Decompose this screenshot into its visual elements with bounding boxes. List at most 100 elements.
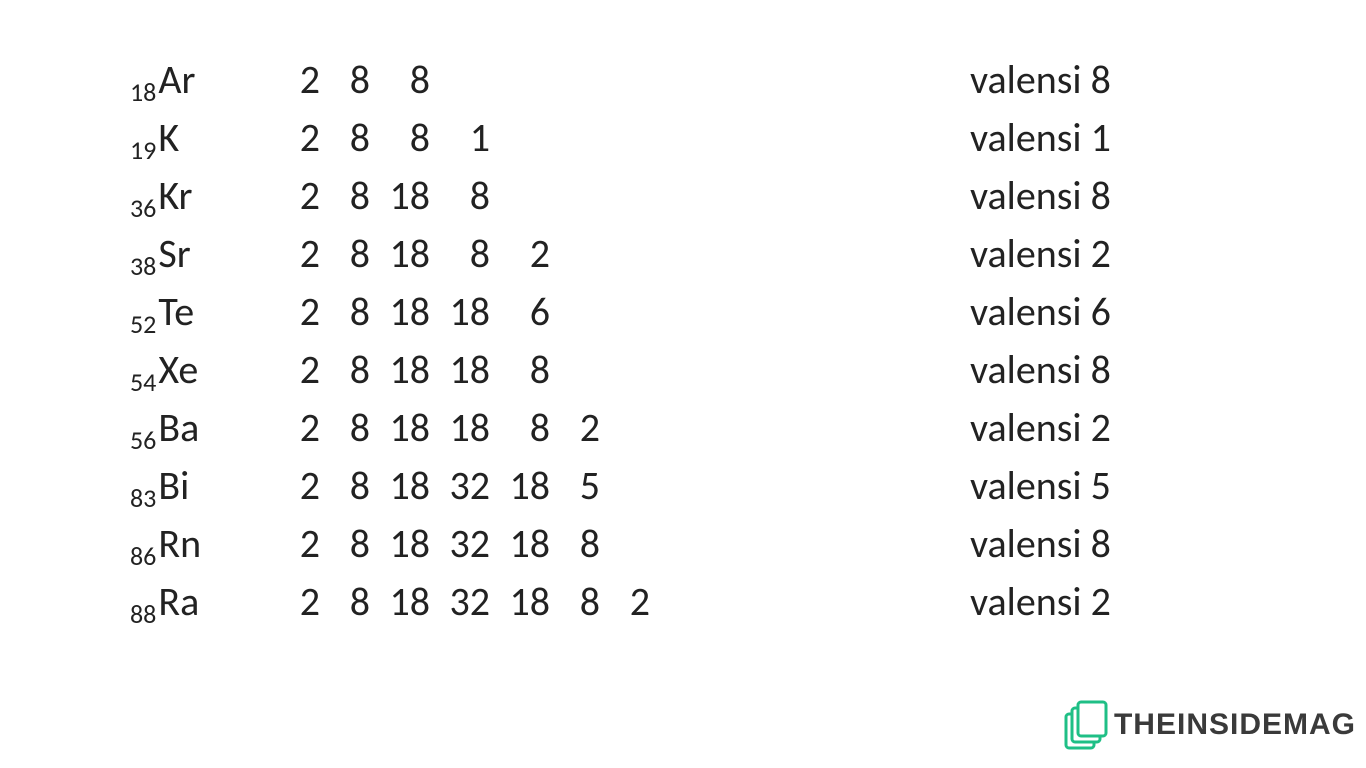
shell-config: 281832185: [280, 466, 840, 506]
shell-value: 8: [370, 118, 430, 158]
shell-value: 6: [490, 292, 550, 332]
shell-value: 2: [280, 176, 320, 216]
shell-config: 28181882: [280, 408, 840, 448]
shell-value: 8: [550, 524, 600, 564]
table-row: 52Te2818186valensi 6: [130, 292, 1276, 350]
shell-value: 2: [550, 408, 600, 448]
table-row: 54Xe2818188valensi 8: [130, 350, 1276, 408]
table-row: 83Bi281832185valensi 5: [130, 466, 1276, 524]
valence-label: valensi 6: [840, 292, 1276, 332]
valence-label: valensi 2: [840, 408, 1276, 448]
shell-value: 18: [430, 408, 490, 448]
element-cell: 38Sr: [130, 234, 280, 274]
element-symbol: Rn: [158, 524, 201, 564]
table-row: 86Rn281832188valensi 8: [130, 524, 1276, 582]
valence-label: valensi 1: [840, 118, 1276, 158]
shell-value: 18: [370, 408, 430, 448]
shell-value: 2: [280, 292, 320, 332]
page-canvas: 18Ar288valensi 819K2881valensi 136Kr2818…: [0, 0, 1366, 768]
shell-value: 8: [320, 176, 370, 216]
shell-value: 2: [280, 118, 320, 158]
atomic-number: 86: [130, 543, 156, 569]
shell-value: 18: [370, 176, 430, 216]
table-row: 56Ba28181882valensi 2: [130, 408, 1276, 466]
shell-value: 8: [320, 292, 370, 332]
atomic-number: 36: [130, 195, 156, 221]
atomic-number: 56: [130, 427, 156, 453]
shell-value: 5: [550, 466, 600, 506]
shell-config: 288: [280, 60, 840, 100]
element-cell: 83Bi: [130, 466, 280, 506]
shell-value: 2: [280, 408, 320, 448]
shell-value: 18: [370, 582, 430, 622]
atomic-number: 54: [130, 369, 156, 395]
element-symbol: Te: [158, 292, 194, 332]
shell-value: 18: [370, 350, 430, 390]
element-cell: 86Rn: [130, 524, 280, 564]
element-cell: 52Te: [130, 292, 280, 332]
element-cell: 18Ar: [130, 60, 280, 100]
shell-config: 2818188: [280, 350, 840, 390]
shell-value: 32: [430, 582, 490, 622]
shell-value: 8: [320, 60, 370, 100]
shell-config: 2881: [280, 118, 840, 158]
element-symbol: Ra: [158, 582, 199, 622]
shell-value: 18: [370, 234, 430, 274]
shell-value: 18: [370, 466, 430, 506]
shell-value: 18: [430, 350, 490, 390]
table-row: 18Ar288valensi 8: [130, 60, 1276, 118]
table-row: 38Sr281882valensi 2: [130, 234, 1276, 292]
shell-value: 18: [490, 466, 550, 506]
shell-value: 8: [370, 60, 430, 100]
shell-value: 8: [320, 582, 370, 622]
electron-config-table: 18Ar288valensi 819K2881valensi 136Kr2818…: [130, 60, 1276, 640]
valence-label: valensi 8: [840, 60, 1276, 100]
atomic-number: 18: [130, 79, 156, 105]
shell-value: 8: [320, 524, 370, 564]
shell-value: 2: [280, 60, 320, 100]
page-stack-icon: [1064, 700, 1108, 750]
shell-value: 8: [490, 408, 550, 448]
element-symbol: Ar: [158, 60, 195, 100]
atomic-number: 52: [130, 311, 156, 337]
shell-value: 1: [430, 118, 490, 158]
element-cell: 54Xe: [130, 350, 280, 390]
shell-value: 8: [430, 234, 490, 274]
shell-value: 8: [320, 118, 370, 158]
valence-label: valensi 8: [840, 176, 1276, 216]
valence-label: valensi 2: [840, 582, 1276, 622]
table-row: 36Kr28188valensi 8: [130, 176, 1276, 234]
watermark-text: THEINSIDEMAG: [1114, 708, 1356, 742]
shell-config: 28188: [280, 176, 840, 216]
element-cell: 56Ba: [130, 408, 280, 448]
element-symbol: Xe: [158, 350, 198, 390]
valence-label: valensi 8: [840, 350, 1276, 390]
element-cell: 36Kr: [130, 176, 280, 216]
shell-config: 281832188: [280, 524, 840, 564]
table-row: 88Ra2818321882valensi 2: [130, 582, 1276, 640]
atomic-number: 88: [130, 601, 156, 627]
atomic-number: 83: [130, 485, 156, 511]
shell-value: 2: [280, 524, 320, 564]
shell-value: 8: [320, 466, 370, 506]
shell-value: 2: [280, 582, 320, 622]
shell-value: 32: [430, 524, 490, 564]
shell-value: 8: [550, 582, 600, 622]
watermark: THEINSIDEMAG: [1064, 700, 1356, 750]
shell-value: 2: [280, 466, 320, 506]
shell-config: 2818186: [280, 292, 840, 332]
atomic-number: 38: [130, 253, 156, 279]
shell-value: 18: [490, 524, 550, 564]
shell-value: 18: [370, 292, 430, 332]
table-row: 19K2881valensi 1: [130, 118, 1276, 176]
valence-label: valensi 2: [840, 234, 1276, 274]
element-cell: 19K: [130, 118, 280, 158]
shell-value: 2: [280, 234, 320, 274]
shell-config: 2818321882: [280, 582, 840, 622]
shell-value: 8: [320, 234, 370, 274]
shell-value: 8: [320, 408, 370, 448]
element-symbol: Kr: [158, 176, 192, 216]
element-symbol: K: [158, 118, 179, 158]
valence-label: valensi 5: [840, 466, 1276, 506]
shell-value: 2: [280, 350, 320, 390]
